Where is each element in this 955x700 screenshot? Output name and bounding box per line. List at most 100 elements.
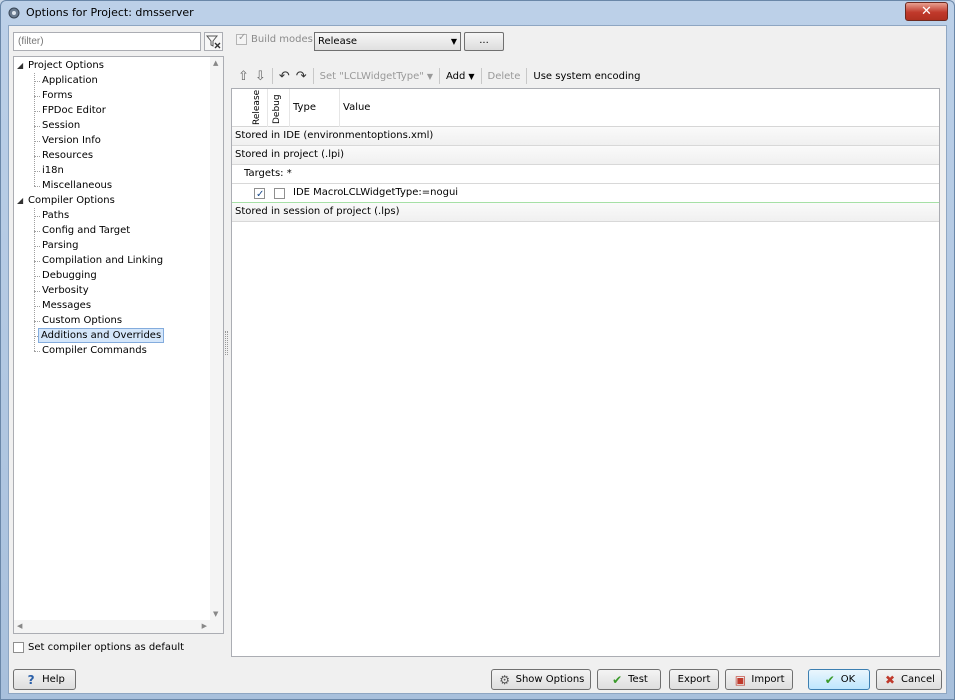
tree-item-debugging[interactable]: Debugging: [40, 268, 99, 283]
show-options-label: Show Options: [515, 674, 585, 685]
set-default-checkbox[interactable]: [13, 642, 24, 653]
help-icon: ?: [27, 672, 35, 687]
dropdown-arrow-icon: ▼: [426, 71, 433, 81]
overrides-grid[interactable]: Release Debug Type Value Stored in IDE (…: [231, 88, 940, 657]
release-checkbox[interactable]: [254, 186, 265, 204]
collapse-triangle-icon[interactable]: ◢: [17, 193, 23, 208]
undo-button[interactable]: ↶: [276, 66, 293, 86]
tree-item-forms[interactable]: Forms: [40, 88, 74, 103]
dropdown-arrow-icon: ▼: [450, 37, 457, 46]
grid-header: Release Debug Type Value: [232, 89, 939, 127]
dropdown-arrow-icon: ▼: [468, 71, 475, 81]
build-modes-edit-button[interactable]: ...: [464, 32, 504, 51]
help-label: Help: [42, 674, 65, 685]
cancel-button[interactable]: ✖ Cancel: [876, 669, 942, 690]
add-label: Add: [445, 70, 466, 82]
dialog-body: ◢ Project Options Application Forms FPDo…: [8, 25, 947, 694]
undo-icon: ↶: [278, 68, 290, 84]
group-row-session[interactable]: Stored in session of project (.lps): [232, 203, 939, 222]
ok-label: OK: [840, 674, 856, 685]
tree-group-project-options[interactable]: Project Options: [26, 58, 106, 73]
tree-item-resources[interactable]: Resources: [40, 148, 95, 163]
tree-item-fpdoc-editor[interactable]: FPDoc Editor: [40, 103, 108, 118]
targets-row[interactable]: Targets: *: [232, 165, 939, 184]
panel-splitter[interactable]: [225, 331, 228, 355]
use-system-encoding-button[interactable]: Use system encoding: [530, 66, 643, 86]
help-button[interactable]: ? Help: [13, 669, 76, 690]
set-property-button[interactable]: Set "LCLWidgetType" ▼: [317, 66, 436, 86]
gear-icon: ⚙: [499, 672, 510, 687]
filter-input[interactable]: [13, 32, 201, 51]
tree-item-i18n[interactable]: i18n: [40, 163, 66, 178]
tree-item-compilation-and-linking[interactable]: Compilation and Linking: [40, 253, 165, 268]
gear-icon: [8, 7, 20, 19]
scroll-down-arrow-icon[interactable]: ▼: [213, 610, 218, 618]
title-bar[interactable]: Options for Project: dmsserver ✕: [1, 1, 954, 25]
tree-item-paths[interactable]: Paths: [40, 208, 71, 223]
show-options-button[interactable]: ⚙ Show Options: [491, 669, 591, 690]
move-up-button[interactable]: ⇧: [235, 66, 252, 86]
options-tree[interactable]: ◢ Project Options Application Forms FPDo…: [13, 56, 224, 634]
window-close-button[interactable]: ✕: [905, 2, 948, 21]
override-type: IDE Macro: [293, 187, 344, 198]
import-icon: ▣: [734, 672, 747, 687]
build-mode-value: Release: [318, 36, 358, 47]
delete-button[interactable]: Delete: [485, 66, 524, 86]
tree-item-messages[interactable]: Messages: [40, 298, 93, 313]
tree-vertical-scrollbar[interactable]: ▲ ▼: [210, 57, 223, 620]
build-modes-option: Build modes: [236, 32, 313, 45]
tree-group-compiler-options[interactable]: Compiler Options: [26, 193, 117, 208]
redo-icon: ↷: [295, 68, 307, 84]
import-label: Import: [751, 674, 785, 685]
cancel-label: Cancel: [901, 674, 935, 685]
window-title: Options for Project: dmsserver: [26, 6, 194, 19]
override-value[interactable]: LCLWidgetType:=nogui: [343, 184, 458, 202]
set-default-label: Set compiler options as default: [28, 642, 185, 653]
arrow-down-icon: ⇩: [254, 68, 266, 84]
tree-item-session[interactable]: Session: [40, 118, 82, 133]
tree-item-verbosity[interactable]: Verbosity: [40, 283, 91, 298]
collapse-triangle-icon[interactable]: ◢: [17, 58, 23, 73]
tree-item-version-info[interactable]: Version Info: [40, 133, 103, 148]
test-button[interactable]: ✔ Test: [597, 669, 661, 690]
set-default-option[interactable]: Set compiler options as default: [13, 642, 184, 653]
redo-button[interactable]: ↷: [293, 66, 310, 86]
tree-item-custom-options[interactable]: Custom Options: [40, 313, 124, 328]
tree-item-application[interactable]: Application: [40, 73, 100, 88]
build-mode-select[interactable]: Release ▼: [314, 32, 461, 51]
column-header-debug[interactable]: Debug: [272, 93, 282, 125]
export-button[interactable]: Export: [669, 669, 719, 690]
tree-item-miscellaneous[interactable]: Miscellaneous: [40, 178, 114, 193]
filter-clear-icon: [205, 35, 221, 49]
column-header-value[interactable]: Value: [343, 102, 370, 113]
scroll-up-arrow-icon[interactable]: ▲: [213, 59, 218, 67]
tree-horizontal-scrollbar[interactable]: ◀ ▶: [14, 620, 223, 633]
ok-button[interactable]: ✔ OK: [808, 669, 870, 690]
test-label: Test: [628, 674, 648, 685]
import-button[interactable]: ▣ Import: [725, 669, 793, 690]
tree-item-compiler-commands[interactable]: Compiler Commands: [40, 343, 149, 358]
debug-checkbox[interactable]: [274, 188, 285, 199]
cancel-x-icon: ✖: [885, 672, 896, 687]
arrow-up-icon: ⇧: [238, 68, 249, 84]
group-row-ide[interactable]: Stored in IDE (environmentoptions.xml): [232, 127, 939, 146]
tree-item-parsing[interactable]: Parsing: [40, 238, 81, 253]
checkmark-icon: ✔: [824, 672, 835, 687]
build-modes-checkbox: [236, 32, 247, 45]
scroll-right-arrow-icon[interactable]: ▶: [202, 622, 207, 630]
tree-item-config-and-target[interactable]: Config and Target: [40, 223, 132, 238]
column-header-release[interactable]: Release: [252, 90, 262, 125]
checkmark-icon: ✔: [612, 672, 623, 687]
build-modes-label: Build modes: [251, 34, 313, 45]
override-row[interactable]: IDE Macro LCLWidgetType:=nogui: [232, 184, 939, 204]
add-button[interactable]: Add ▼: [443, 66, 478, 86]
group-row-project[interactable]: Stored in project (.lpi): [232, 146, 939, 165]
column-header-type[interactable]: Type: [293, 102, 316, 113]
move-down-button[interactable]: ⇩: [252, 66, 269, 86]
scroll-left-arrow-icon[interactable]: ◀: [17, 622, 22, 630]
set-property-label: Set "LCLWidgetType": [319, 70, 424, 82]
overrides-toolbar: ⇧ ⇩ ↶ ↷ Set "LCLWidgetType" ▼ Add ▼ Dele…: [235, 66, 643, 86]
clear-filter-button[interactable]: [204, 32, 223, 51]
tree-item-additions-and-overrides[interactable]: Additions and Overrides: [38, 328, 165, 343]
options-window: Options for Project: dmsserver ✕ ◢ Proje…: [0, 0, 955, 700]
